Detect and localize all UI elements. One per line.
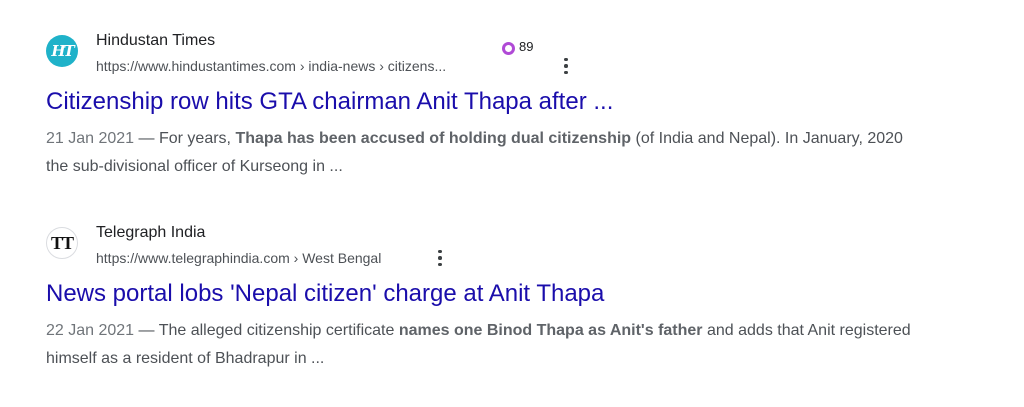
three-dots-vertical-icon xyxy=(564,57,568,62)
badge-count: 89 xyxy=(519,39,534,54)
result-date: 21 Jan 2021 xyxy=(46,130,135,147)
snippet-dash: — xyxy=(134,322,159,339)
more-options-button[interactable] xyxy=(558,54,574,78)
result-date: 22 Jan 2021 xyxy=(46,322,135,339)
search-result: HT Hindustan Times https://www.hindustan… xyxy=(46,30,946,181)
favicon-text: HT xyxy=(51,42,74,60)
result-title-link[interactable]: News portal lobs 'Nepal citizen' charge … xyxy=(46,279,946,309)
favicon-text: TT xyxy=(50,232,74,253)
snippet-text: For years, xyxy=(158,130,236,147)
site-url: https://www.hindustantimes.com › india-n… xyxy=(96,58,447,74)
engagement-badge[interactable]: 89 xyxy=(502,39,534,55)
result-snippet: 21 Jan 2021 — For years, Thapa has been … xyxy=(46,125,926,181)
ring-icon xyxy=(502,42,515,55)
snippet-dash: — xyxy=(134,130,159,147)
three-dots-vertical-icon xyxy=(438,249,442,254)
telegraph-india-favicon-icon: TT xyxy=(46,227,78,259)
more-options-button[interactable] xyxy=(432,246,448,270)
site-name: Telegraph India xyxy=(96,224,206,241)
hindustan-times-favicon-icon: HT xyxy=(46,35,78,67)
snippet-highlight: names one Binod Thapa as Anit's father xyxy=(398,322,703,339)
site-url: https://www.telegraphindia.com › West Be… xyxy=(96,250,382,266)
site-name: Hindustan Times xyxy=(96,32,216,49)
result-source[interactable]: HT Hindustan Times https://www.hindustan… xyxy=(46,30,946,78)
result-snippet: 22 Jan 2021 — The alleged citizenship ce… xyxy=(46,317,926,373)
snippet-highlight: Thapa has been accused of holding dual c… xyxy=(235,130,632,147)
search-result: TT Telegraph India https://www.telegraph… xyxy=(46,222,946,373)
snippet-text: The alleged citizenship certificate xyxy=(158,322,399,339)
result-source[interactable]: TT Telegraph India https://www.telegraph… xyxy=(46,222,946,270)
result-title-link[interactable]: Citizenship row hits GTA chairman Anit T… xyxy=(46,87,946,117)
